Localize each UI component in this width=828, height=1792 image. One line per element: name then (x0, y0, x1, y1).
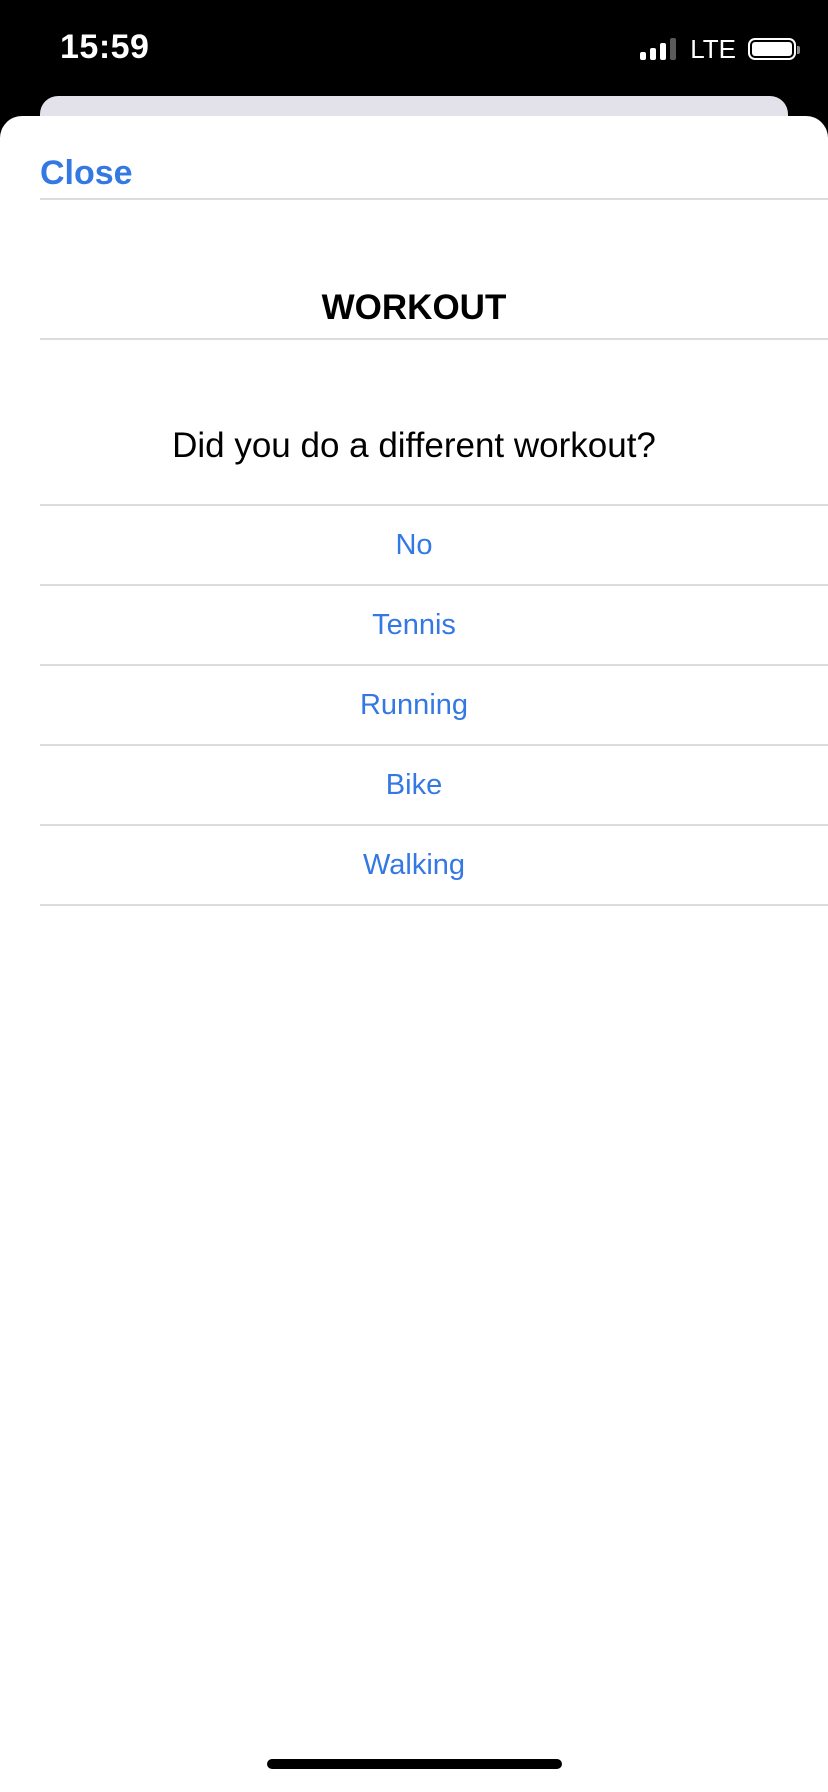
workout-options-list: No Tennis Running Bike Walking (40, 506, 828, 906)
home-indicator[interactable] (267, 1759, 562, 1769)
status-time: 15:59 (60, 28, 150, 66)
screen: 15:59 LTE Close WORKOUT Did you do a dif… (0, 0, 828, 1792)
option-running[interactable]: Running (40, 666, 828, 746)
close-button[interactable]: Close (40, 154, 133, 193)
divider (40, 198, 828, 200)
workout-sheet: Close WORKOUT Did you do a different wor… (0, 116, 828, 1792)
option-tennis[interactable]: Tennis (40, 586, 828, 666)
question-text: Did you do a different workout? (172, 426, 656, 465)
status-indicators: LTE (640, 33, 800, 64)
option-walking[interactable]: Walking (40, 826, 828, 906)
option-bike[interactable]: Bike (40, 746, 828, 826)
status-bar: 15:59 LTE (0, 0, 828, 100)
network-type-label: LTE (690, 33, 736, 64)
page-title: WORKOUT (321, 288, 507, 327)
divider (40, 338, 828, 340)
cellular-signal-icon (640, 38, 677, 60)
option-no[interactable]: No (40, 506, 828, 586)
battery-icon (748, 38, 800, 60)
